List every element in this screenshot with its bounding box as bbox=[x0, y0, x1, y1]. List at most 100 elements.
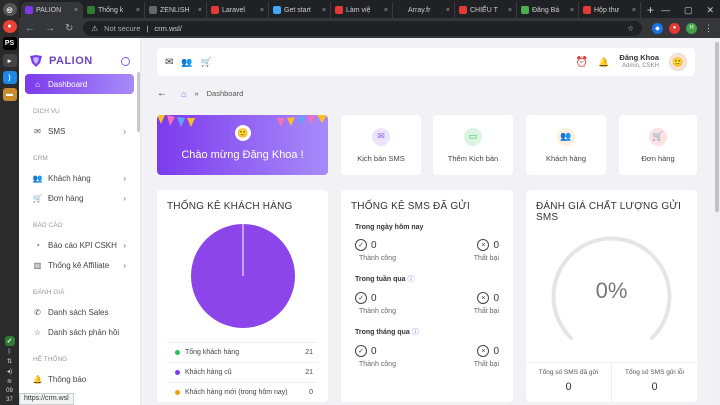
alarm-clock-icon[interactable]: ⏰ bbox=[576, 57, 588, 68]
browser-tab[interactable]: Laravel × bbox=[207, 2, 269, 18]
users-icon: 👥 bbox=[557, 127, 575, 146]
browser-tab[interactable]: Hộp thư × bbox=[579, 2, 641, 18]
sidebar-scrollbar[interactable] bbox=[137, 72, 140, 132]
sidebar-item-sales[interactable]: ✆ Danh sách Sales bbox=[19, 302, 140, 322]
browser-tab[interactable]: Array.fr × bbox=[393, 2, 455, 18]
sidebar-item-donhang[interactable]: 🛒 Đơn hàng › bbox=[19, 188, 140, 208]
section-hethong: HỆ THỐNG bbox=[33, 356, 68, 363]
browser-tab[interactable]: Đăng Bà × bbox=[517, 2, 579, 18]
omnibox[interactable]: ⚠ Not secure | crm.wsl/ ☆ bbox=[83, 20, 642, 36]
os-menu-icon[interactable]: ◎ bbox=[2, 3, 17, 16]
sidebar-item-dashboard[interactable]: ⌂ Dashboard bbox=[25, 74, 134, 94]
sms-stats-panel: THỐNG KÊ SMS ĐÃ GỬI Trong ngày hôm nay ✓ 0… bbox=[341, 190, 513, 402]
close-icon[interactable]: × bbox=[74, 7, 78, 14]
avatar[interactable]: 🙂 bbox=[669, 53, 687, 71]
chevron-right-icon: › bbox=[123, 260, 126, 270]
legend-swatch bbox=[175, 390, 180, 395]
error-total: Tổng số SMS gửi lỗi 0 bbox=[612, 363, 697, 402]
sidebar-item-label: Báo cáo KPI CSKH bbox=[48, 240, 117, 250]
error-value: 0 bbox=[651, 381, 658, 393]
tab-title: Làm việ bbox=[346, 6, 371, 14]
minimize-icon[interactable]: — bbox=[661, 5, 670, 15]
sent-total: Tổng số SMS đã gửi 0 bbox=[526, 363, 612, 402]
back-arrow-icon[interactable]: ← bbox=[157, 88, 167, 99]
menu-kebab-icon[interactable]: ⋮ bbox=[703, 23, 714, 34]
error-label: Tổng số SMS gửi lỗi bbox=[625, 369, 684, 376]
sidebar-item-phanhoi[interactable]: ☆ Danh sách phản hồi bbox=[19, 322, 140, 342]
close-icon[interactable]: × bbox=[198, 7, 202, 14]
extension-icon[interactable]: H bbox=[686, 22, 697, 34]
sidebar-item-affiliate[interactable]: ▥ Thống kê Affiliate › bbox=[19, 255, 140, 275]
sms-success: ✓ 0 bbox=[355, 345, 377, 357]
bell-icon: 🔔 bbox=[32, 374, 43, 384]
home-icon[interactable]: ⌂ bbox=[181, 89, 186, 99]
sidebar-pin-icon[interactable] bbox=[121, 56, 130, 66]
sent-label: Tổng số SMS đã gửi bbox=[538, 369, 599, 376]
files-icon[interactable]: ▬ bbox=[2, 88, 17, 101]
sidebar-item-kpi[interactable]: ◔ Báo cáo KPI CSKH › bbox=[19, 235, 140, 255]
close-icon[interactable]: × bbox=[136, 7, 140, 14]
info-icon[interactable]: ⓘ bbox=[408, 276, 415, 283]
users-icon[interactable]: 👥 bbox=[181, 57, 192, 68]
favicon-icon bbox=[25, 6, 33, 14]
quick-card-label: Khách hàng bbox=[545, 153, 587, 163]
favicon-icon bbox=[583, 6, 591, 14]
close-icon[interactable]: × bbox=[508, 7, 512, 14]
terminal-icon[interactable]: ▸ bbox=[2, 54, 17, 67]
close-icon[interactable]: × bbox=[322, 7, 326, 14]
maximize-icon[interactable]: ▢ bbox=[684, 5, 693, 16]
vscode-icon[interactable]: ⟩ bbox=[2, 71, 17, 84]
sms-period-label: Trong tuần qua ⓘ bbox=[341, 274, 513, 284]
quality-percent: 0% bbox=[595, 278, 628, 303]
quick-card-khachhang[interactable]: 👥 Khách hàng bbox=[526, 115, 606, 175]
browser-tab[interactable]: Làm việ × bbox=[331, 2, 393, 18]
x-circle-icon: × bbox=[477, 345, 490, 357]
close-icon[interactable]: × bbox=[632, 7, 636, 14]
volume-icon[interactable]: ◂) bbox=[7, 368, 12, 375]
bluetooth-icon[interactable]: ᛒ bbox=[8, 349, 12, 355]
phpstorm-icon[interactable]: PS bbox=[2, 37, 17, 50]
close-icon[interactable]: × bbox=[384, 7, 388, 14]
close-icon[interactable]: × bbox=[570, 7, 574, 14]
quick-card-label: Thêm Kịch bản bbox=[447, 153, 499, 163]
sms-period: Trong tháng qua ⓘ ✓ 0 × 0 Thành công Thất bại bbox=[341, 327, 513, 368]
info-icon[interactable]: ⓘ bbox=[412, 329, 419, 336]
logo[interactable]: PALION bbox=[19, 38, 140, 74]
page-scrollbar[interactable] bbox=[714, 38, 720, 405]
close-icon[interactable]: ✕ bbox=[706, 5, 714, 16]
bookmark-star-icon[interactable]: ☆ bbox=[627, 24, 634, 33]
extension-icon[interactable]: ◆ bbox=[652, 22, 663, 34]
check-circle-icon: ✓ bbox=[355, 345, 367, 357]
forward-arrow-icon[interactable]: → bbox=[45, 23, 55, 34]
chrome-icon[interactable]: ● bbox=[2, 20, 17, 33]
new-tab-button[interactable]: + bbox=[641, 2, 660, 18]
user-info[interactable]: Đăng Khoa Admin, CSKH bbox=[619, 53, 659, 71]
reload-icon[interactable]: ↻ bbox=[65, 23, 73, 34]
sidebar-item-label: Dashboard bbox=[48, 79, 88, 89]
sidebar-item-khachhang[interactable]: 👥 Khách hàng › bbox=[19, 168, 140, 188]
quick-card-them-kichban[interactable]: ▭ Thêm Kịch bản bbox=[433, 115, 513, 175]
browser-tab[interactable]: Thống k × bbox=[83, 2, 145, 18]
section-baocao: BÁO CÁO bbox=[33, 222, 63, 229]
sidebar-item-sms[interactable]: ✉ SMS › bbox=[19, 121, 140, 141]
quick-card-label: Đơn hàng bbox=[641, 153, 675, 163]
tab-title: Hộp thư bbox=[594, 6, 620, 14]
sms-fail: × 0 bbox=[477, 239, 499, 251]
browser-tab[interactable]: Get start × bbox=[269, 2, 331, 18]
bell-icon[interactable]: 🔔 bbox=[598, 57, 609, 68]
quick-card-donhang[interactable]: 🛒 Đơn hàng bbox=[619, 115, 697, 175]
browser-tab[interactable]: CHIẾU T × bbox=[455, 2, 517, 18]
quick-card-kichban-sms[interactable]: ✉ Kịch bản SMS bbox=[341, 115, 421, 175]
extension-icon[interactable]: ● bbox=[669, 22, 680, 34]
close-icon[interactable]: × bbox=[260, 7, 264, 14]
browser-tab[interactable]: ZENLISH × bbox=[145, 2, 207, 18]
close-icon[interactable]: × bbox=[446, 7, 450, 14]
cart-icon[interactable]: 🛒 bbox=[201, 57, 212, 68]
back-arrow-icon[interactable]: ← bbox=[25, 23, 35, 34]
mail-icon[interactable]: ✉ bbox=[165, 57, 173, 68]
quality-panel: ĐÁNH GIÁ CHẤT LƯỢNG GỬI SMS 0% Tổng số S… bbox=[526, 190, 697, 402]
sidebar-item-thongbao[interactable]: 🔔 Thông báo bbox=[19, 369, 140, 389]
browser-tab[interactable]: PALION × bbox=[21, 2, 83, 18]
network-icon[interactable]: ⇅ bbox=[7, 358, 12, 365]
wifi-icon[interactable]: ≋ bbox=[7, 378, 12, 385]
